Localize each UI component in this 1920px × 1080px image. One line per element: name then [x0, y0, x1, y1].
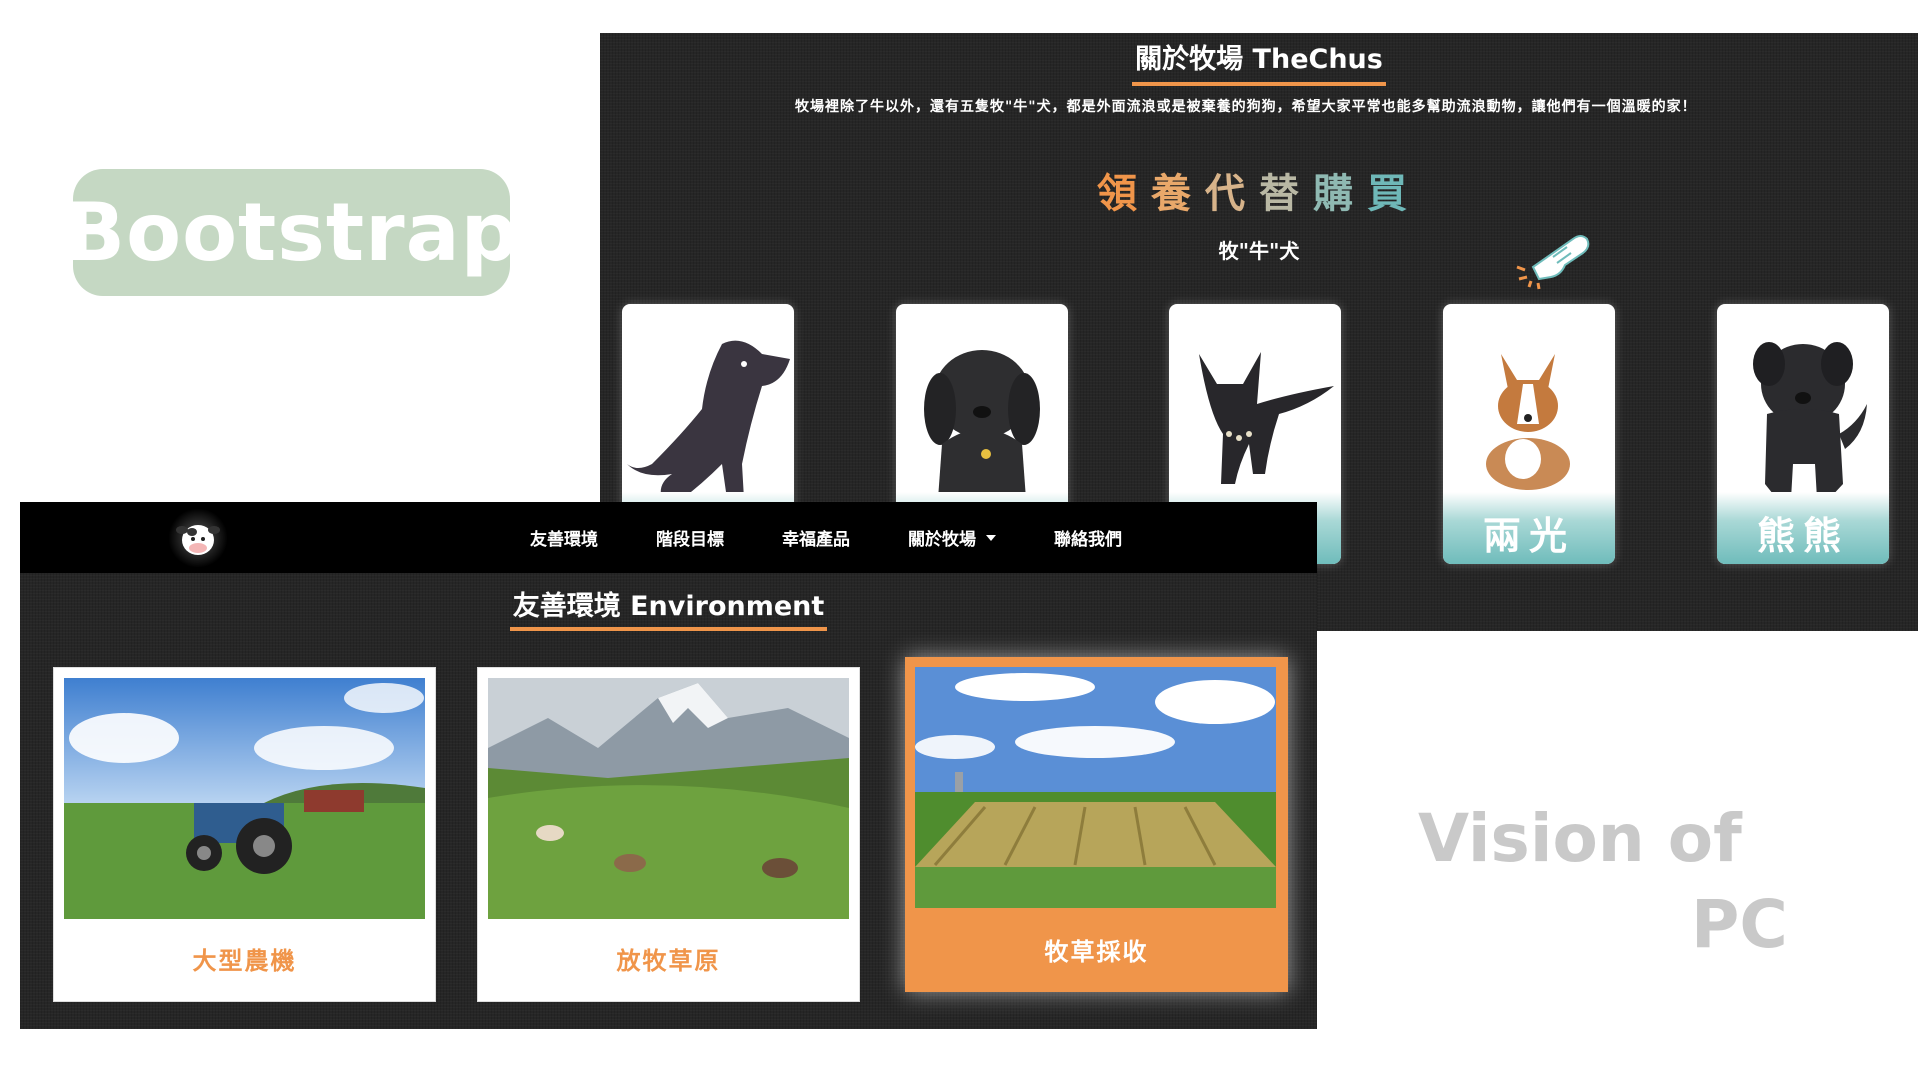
dog-name: 兩光	[1482, 514, 1575, 558]
nav-item-environment[interactable]: 友善環境	[530, 525, 598, 550]
dog-sitting-icon	[627, 340, 790, 499]
environment-card[interactable]: 放牧草原	[477, 667, 860, 1002]
corgi-icon	[1486, 354, 1570, 490]
environment-title: 友善環境 Environment	[20, 584, 1317, 631]
dog-name: 熊熊	[1756, 514, 1849, 558]
nav-item-about-label: 關於牧場	[908, 530, 976, 550]
bootstrap-badge: Bootstrap	[64, 169, 518, 296]
chevron-down-icon	[986, 534, 996, 541]
nav-item-about-dropdown[interactable]: 關於牧場	[908, 525, 996, 550]
tractor-photo	[64, 678, 425, 919]
about-title: 關於牧場 TheChus	[600, 37, 1918, 86]
card-label: 牧草採收	[1044, 938, 1149, 966]
environment-card[interactable]: 大型農機	[53, 667, 436, 1002]
dog-floppy-ears-icon	[924, 350, 1040, 499]
dog-card[interactable]: 熊熊	[1717, 304, 1889, 564]
dog-card[interactable]: 兩光	[1443, 304, 1615, 564]
adopt-heading: 領養代替購買	[1097, 171, 1421, 217]
pasture-cows-photo	[488, 678, 849, 919]
card-label: 大型農機	[192, 947, 297, 975]
environment-card-active[interactable]: 牧草採收	[905, 657, 1288, 992]
bootstrap-badge-label: Bootstrap	[64, 186, 519, 279]
pointing-hand-icon	[1516, 235, 1590, 290]
nav-links: 友善環境 階段目標 幸福產品 關於牧場 聯絡我們	[530, 502, 1180, 573]
about-description: 牧場裡除了牛以外，還有五隻牧"牛"犬，都是外面流浪或是被棄養的狗狗，希望大家平常…	[795, 99, 1697, 115]
nav-item-goals[interactable]: 階段目標	[656, 525, 724, 550]
vision-label-line2: PC	[1691, 886, 1788, 963]
hay-field-photo	[915, 667, 1276, 908]
nav-item-contact[interactable]: 聯絡我們	[1054, 525, 1122, 550]
vision-label-line1: Vision of	[1418, 800, 1742, 877]
dog-stretching-icon	[1199, 352, 1334, 484]
cow-logo-icon[interactable]	[168, 508, 228, 568]
card-label: 放牧草原	[616, 947, 721, 975]
navbar: 友善環境 階段目標 幸福產品 關於牧場 聯絡我們	[20, 502, 1317, 573]
nav-item-products[interactable]: 幸福產品	[782, 525, 850, 550]
dogs-subtitle: 牧"牛"犬	[1218, 239, 1300, 263]
dog-fluffy-icon	[1753, 342, 1867, 499]
environment-section-screenshot: 友善環境 階段目標 幸福產品 關於牧場 聯絡我們 友善環境 Environmen…	[20, 502, 1317, 1029]
